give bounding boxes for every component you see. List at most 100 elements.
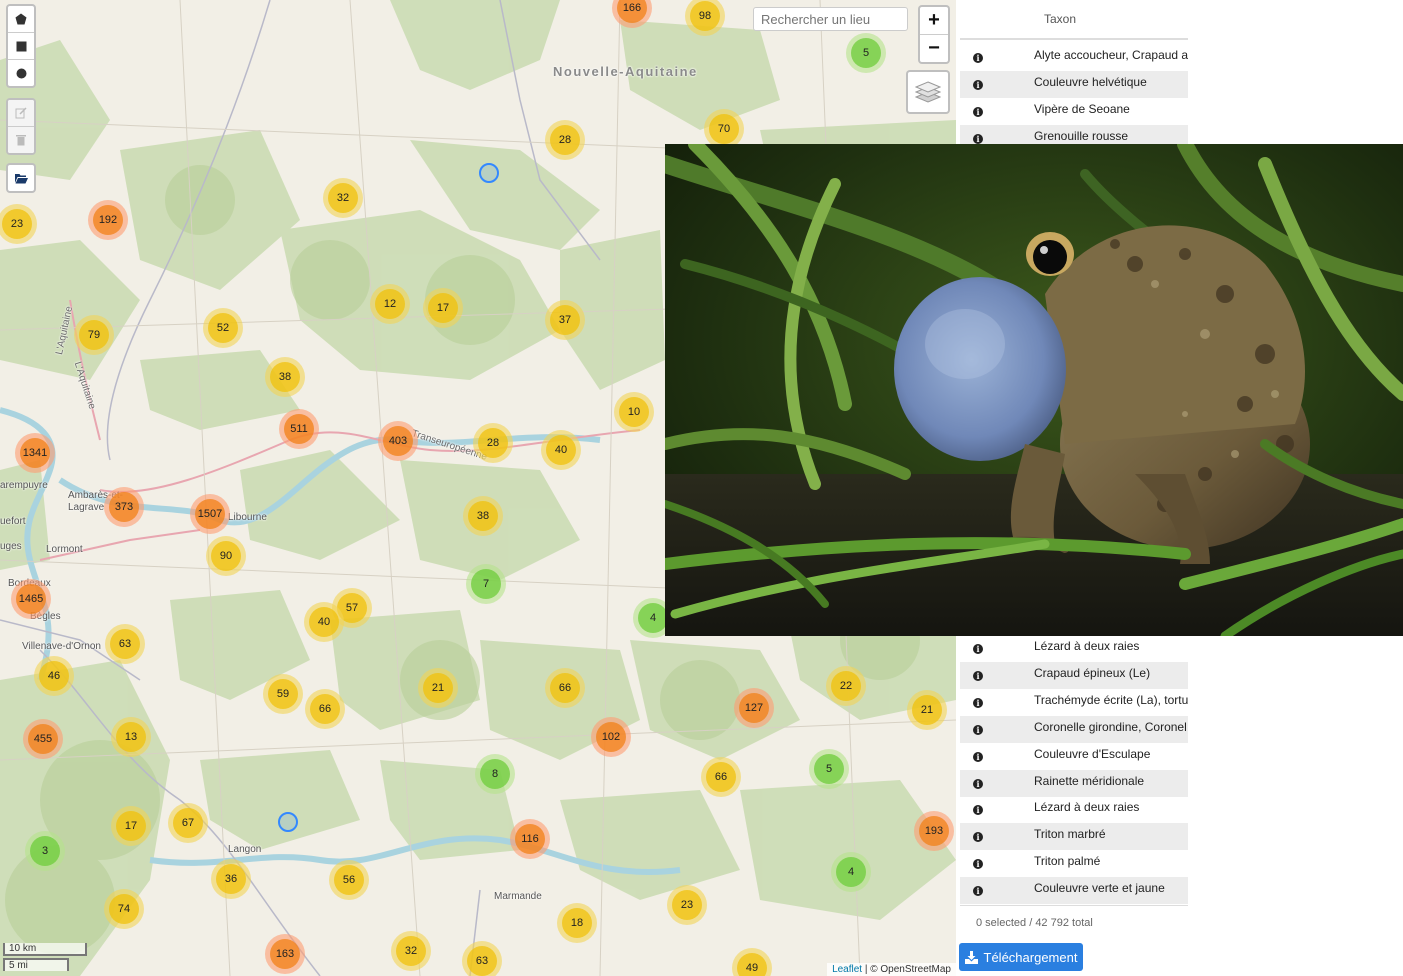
open-file-button[interactable] (8, 165, 34, 191)
cluster-marker[interactable]: 403 (378, 421, 418, 461)
cluster-marker[interactable]: 37 (545, 300, 585, 340)
cluster-marker[interactable]: 4 (831, 852, 871, 892)
cluster-marker[interactable]: 21 (907, 690, 947, 730)
cluster-marker[interactable]: 90 (206, 536, 246, 576)
cluster-marker[interactable]: 63 (462, 941, 502, 976)
cluster-marker[interactable]: 40 (304, 602, 344, 642)
cluster-marker[interactable]: 102 (591, 717, 631, 757)
cluster-marker[interactable]: 8 (475, 754, 515, 794)
cluster-marker[interactable]: 32 (323, 178, 363, 218)
info-icon[interactable]: i (973, 698, 983, 708)
table-row[interactable]: i Lézard à deux raies (960, 796, 1188, 823)
draw-polygon-button[interactable] (8, 6, 34, 33)
info-icon[interactable]: i (973, 644, 983, 654)
cluster-marker[interactable]: 13 (111, 717, 151, 757)
cluster-marker[interactable]: 1341 (15, 433, 55, 473)
cluster-marker[interactable]: 38 (463, 496, 503, 536)
cluster-marker[interactable]: 163 (265, 934, 305, 974)
info-icon[interactable]: i (973, 805, 983, 815)
draw-circle-button[interactable] (8, 60, 34, 86)
cluster-marker[interactable]: 1507 (190, 494, 230, 534)
info-icon[interactable]: i (973, 886, 983, 896)
table-row[interactable]: i Couleuvre verte et jaune (960, 877, 1188, 904)
cluster-marker[interactable]: 3 (25, 831, 65, 871)
table-row[interactable]: i Lézard à deux raies (960, 635, 1188, 662)
download-button[interactable]: Téléchargement (959, 943, 1083, 971)
table-row[interactable]: i Coronelle girondine, Coronel (960, 716, 1188, 743)
info-icon[interactable]: i (973, 752, 983, 762)
taxon-column-header[interactable]: Taxon (960, 0, 1188, 40)
cluster-marker[interactable]: 12 (370, 284, 410, 324)
cluster-marker[interactable]: 10 (614, 392, 654, 432)
info-icon[interactable]: i (973, 725, 983, 735)
cluster-marker[interactable]: 28 (473, 423, 513, 463)
cluster-marker[interactable]: 56 (329, 860, 369, 900)
cluster-marker[interactable]: 127 (734, 688, 774, 728)
leaflet-link[interactable]: Leaflet (832, 964, 862, 975)
cluster-marker[interactable]: 1465 (11, 579, 51, 619)
cluster-marker[interactable]: 66 (545, 668, 585, 708)
cluster-marker[interactable]: 28 (545, 120, 585, 160)
cluster-marker[interactable]: 5 (809, 749, 849, 789)
info-icon[interactable]: i (973, 671, 983, 681)
cluster-marker[interactable]: 17 (423, 288, 463, 328)
cluster-marker[interactable]: 38 (265, 357, 305, 397)
info-icon[interactable]: i (973, 859, 983, 869)
table-row[interactable]: i Vipère de Seoane (960, 98, 1188, 125)
cluster-marker[interactable]: 511 (279, 409, 319, 449)
place-langon: Langon (228, 844, 262, 855)
info-icon[interactable]: i (973, 107, 983, 117)
toad-photo-image (665, 144, 1403, 636)
marker-ring[interactable] (479, 163, 499, 183)
cluster-marker[interactable]: 17 (111, 806, 151, 846)
cluster-marker[interactable]: 79 (74, 315, 114, 355)
table-row[interactable]: i Alyte accoucheur, Crapaud ac (960, 44, 1188, 71)
zoom-in-button[interactable]: + (920, 7, 948, 34)
draw-rectangle-button[interactable] (8, 33, 34, 60)
cluster-marker[interactable]: 63 (105, 624, 145, 664)
cluster-marker[interactable]: 70 (704, 109, 744, 149)
table-row[interactable]: i Rainette méridionale (960, 770, 1188, 797)
cluster-marker[interactable]: 5 (846, 33, 886, 73)
info-icon[interactable]: i (973, 779, 983, 789)
layers-button[interactable] (906, 70, 950, 114)
cluster-marker[interactable]: 22 (826, 666, 866, 706)
table-row[interactable]: i Couleuvre helvétique (960, 71, 1188, 98)
cluster-marker[interactable]: 116 (510, 819, 550, 859)
marker-ring[interactable] (278, 812, 298, 832)
cluster-marker[interactable]: 373 (104, 487, 144, 527)
cluster-marker[interactable]: 7 (466, 564, 506, 604)
cluster-marker[interactable]: 67 (168, 803, 208, 843)
info-icon[interactable]: i (973, 134, 983, 144)
zoom-out-button[interactable]: − (920, 34, 948, 62)
cluster-marker[interactable]: 18 (557, 903, 597, 943)
place-villenave: Villenave-d'Ornon (22, 641, 101, 652)
cluster-marker[interactable]: 46 (34, 656, 74, 696)
edit-layers-button[interactable] (8, 100, 34, 127)
cluster-marker[interactable]: 66 (701, 757, 741, 797)
file-toolbar (6, 163, 36, 193)
cluster-marker[interactable]: 193 (914, 811, 954, 851)
info-icon[interactable]: i (973, 832, 983, 842)
info-icon[interactable]: i (973, 53, 983, 63)
cluster-marker[interactable]: 59 (263, 674, 303, 714)
table-row[interactable]: i Triton marbré (960, 823, 1188, 850)
cluster-marker[interactable]: 455 (23, 719, 63, 759)
table-row[interactable]: i Trachémyde écrite (La), tortue (960, 689, 1188, 716)
delete-layers-button[interactable] (8, 127, 34, 153)
table-row[interactable]: i Triton palmé (960, 850, 1188, 877)
table-row[interactable]: i Crapaud épineux (Le) (960, 662, 1188, 689)
cluster-marker[interactable]: 66 (305, 689, 345, 729)
table-row[interactable]: i Couleuvre d'Esculape (960, 743, 1188, 770)
search-place-input[interactable] (753, 7, 908, 31)
cluster-marker[interactable]: 40 (541, 430, 581, 470)
cluster-marker[interactable]: 23 (667, 885, 707, 925)
cluster-marker[interactable]: 21 (418, 668, 458, 708)
cluster-marker[interactable]: 36 (211, 859, 251, 899)
cluster-marker[interactable]: 52 (203, 308, 243, 348)
cluster-marker[interactable]: 74 (104, 889, 144, 929)
info-icon[interactable]: i (973, 80, 983, 90)
polygon-icon (15, 13, 27, 25)
cluster-marker[interactable]: 192 (88, 200, 128, 240)
cluster-marker[interactable]: 32 (391, 931, 431, 971)
